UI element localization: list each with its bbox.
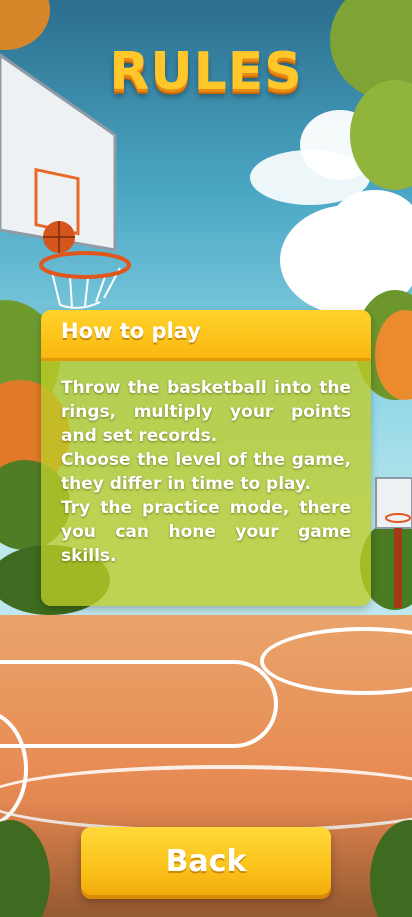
- back-button[interactable]: Back: [81, 827, 331, 895]
- panel-header: How to play: [41, 310, 371, 361]
- basketball-hoop-illustration: [375, 477, 412, 608]
- court-line: [260, 627, 412, 695]
- page-title: RULES: [109, 42, 303, 102]
- cloud: [330, 190, 412, 260]
- panel-title: How to play: [61, 319, 201, 343]
- rule-paragraph: Choose the level of the game, they diffe…: [61, 450, 351, 494]
- rule-paragraph: Try the practice mode, there you can hon…: [61, 498, 351, 566]
- rules-text: Throw the basketball into the rings, mul…: [61, 376, 351, 568]
- rule-paragraph: Throw the basketball into the rings, mul…: [61, 378, 351, 446]
- how-to-play-panel: How to play Throw the basketball into th…: [41, 310, 371, 606]
- court-line: [0, 660, 278, 748]
- basketball-illustration: [43, 221, 75, 253]
